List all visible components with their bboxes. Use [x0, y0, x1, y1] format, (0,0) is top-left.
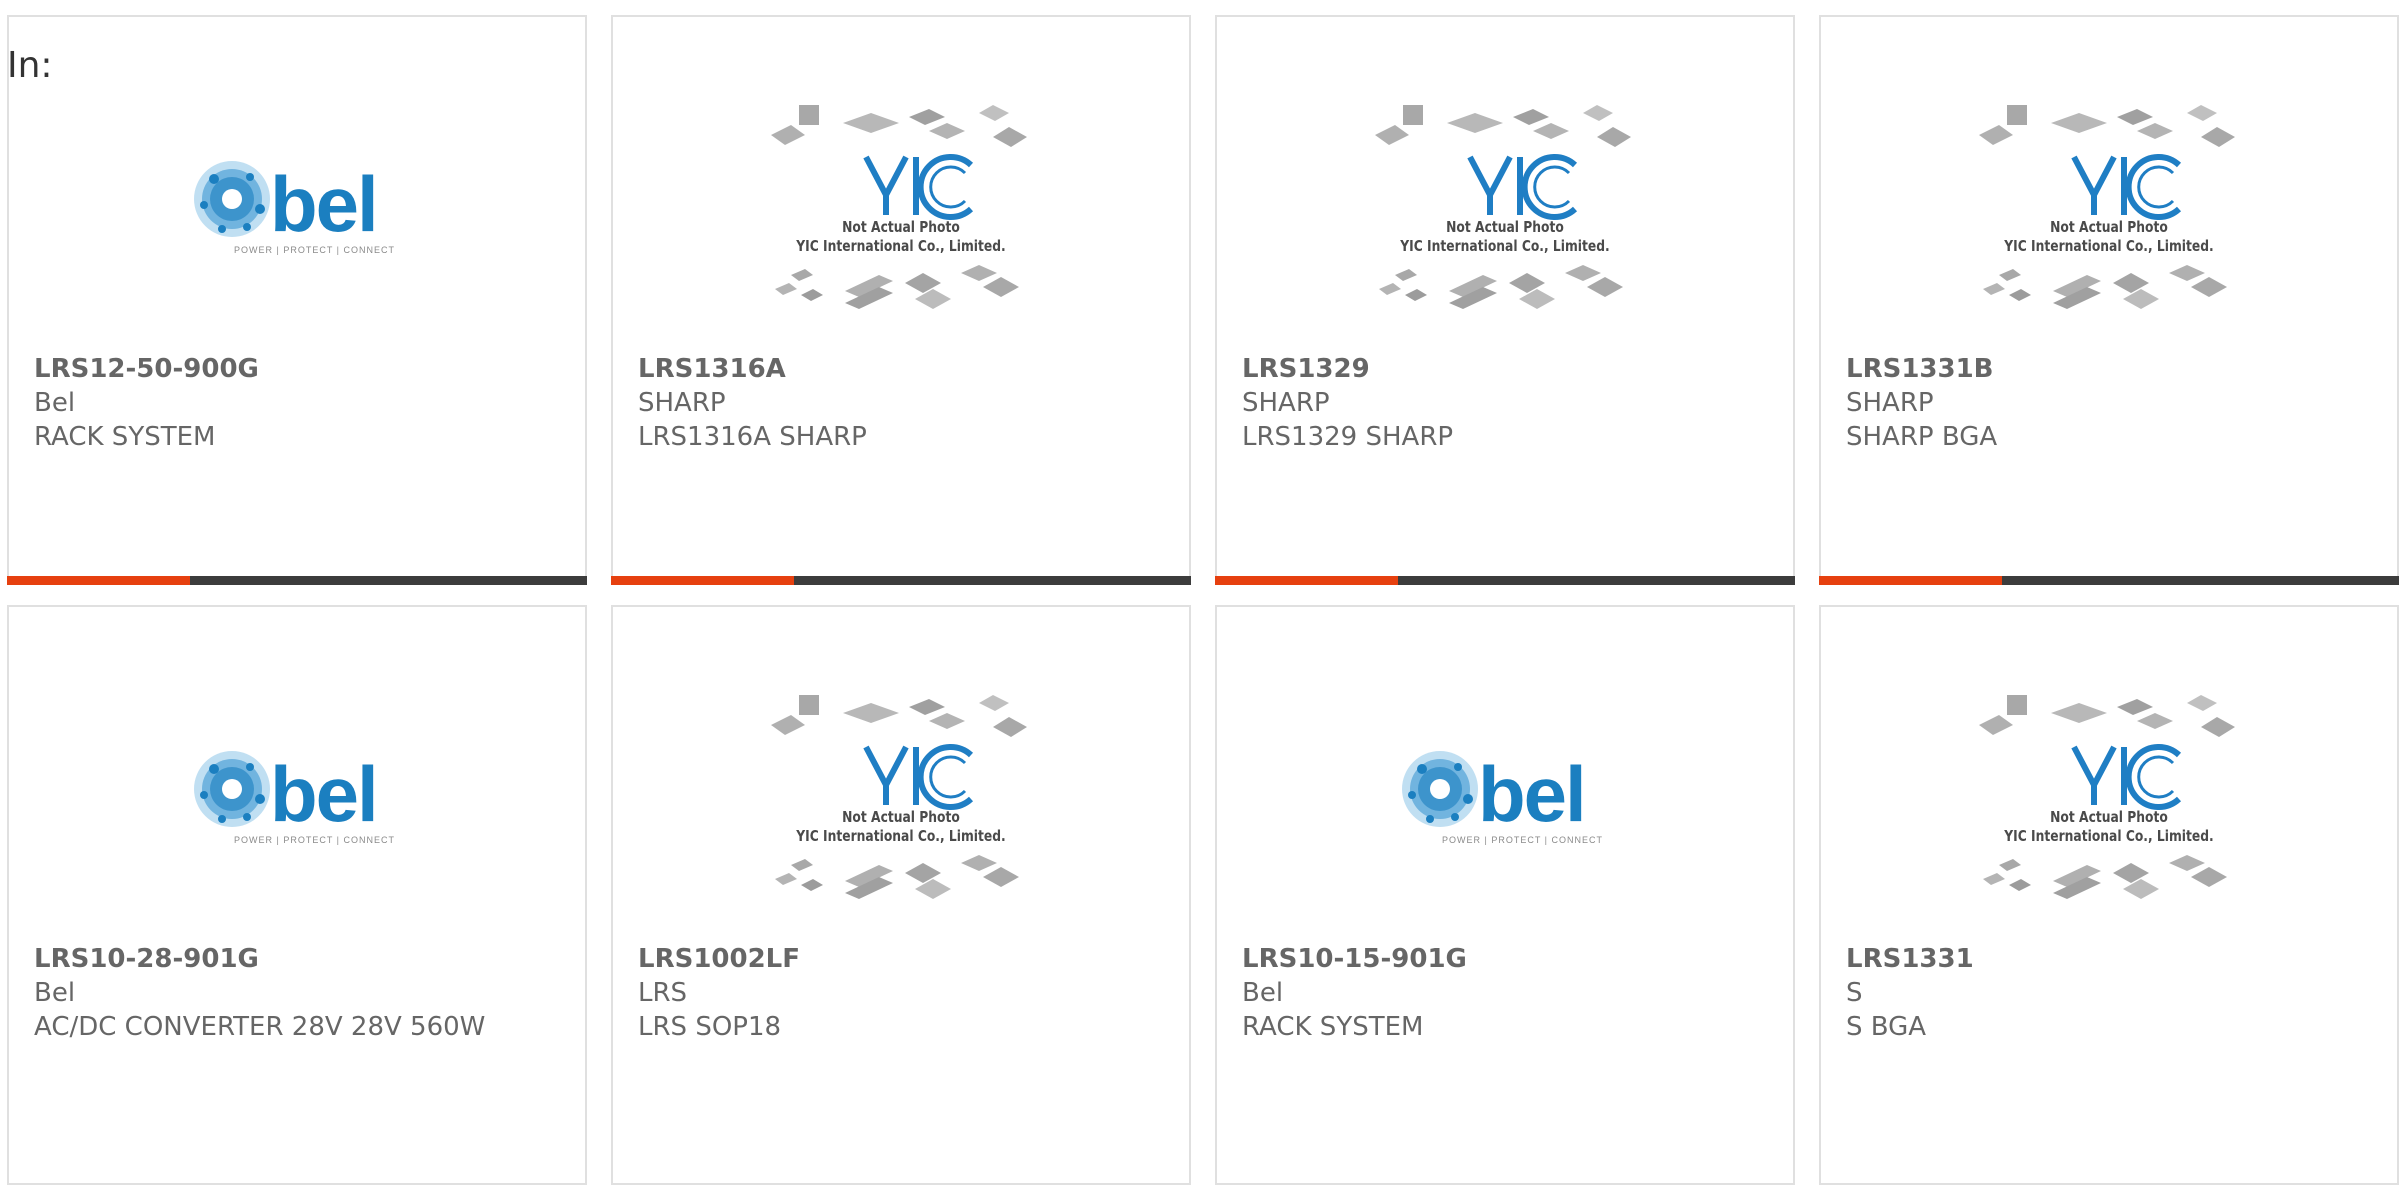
manufacturer: Bel [34, 388, 76, 418]
bel-globe-icon [194, 161, 270, 237]
manufacturer: LRS [638, 978, 688, 1008]
product-card[interactable]: Not Actual Photo YIC International Co., … [611, 15, 1191, 585]
chip-collage-icon [1979, 105, 2235, 309]
part-number[interactable]: LRS1316A [638, 352, 1169, 386]
filter-label: In: [7, 45, 53, 86]
card-accent-bar [1215, 576, 1795, 585]
product-image[interactable]: Not Actual Photo YIC International Co., … [1821, 97, 2397, 317]
bel-logo: bel POWER | PROTECT | CONNECT [192, 747, 402, 847]
product-card[interactable]: Not Actual Photo YIC International Co., … [1819, 605, 2399, 1185]
manufacturer: SHARP [1846, 388, 1934, 418]
description: LRS SOP18 [638, 1012, 782, 1042]
manufacturer: Bel [1242, 978, 1284, 1008]
card-accent-bar [7, 576, 587, 585]
description: S BGA [1846, 1012, 1927, 1042]
bel-logo: bel POWER | PROTECT | CONNECT [1400, 747, 1610, 847]
part-number[interactable]: LRS1002LF [638, 942, 1169, 976]
yic-placeholder-image: Not Actual Photo YIC International Co., … [1365, 87, 1645, 327]
card-accent-bar [1819, 576, 2399, 585]
yic-placeholder-image: Not Actual Photo YIC International Co., … [1969, 677, 2249, 917]
bel-logo: bel POWER | PROTECT | CONNECT [192, 157, 402, 257]
chip-collage-icon [1375, 105, 1631, 309]
part-number[interactable]: LRS1331B [1846, 352, 2377, 386]
product-card[interactable]: bel POWER | PROTECT | CONNECT LRS12-50-9… [7, 15, 587, 585]
description: AC/DC CONVERTER 28V 28V 560W [34, 1012, 486, 1042]
bel-globe-icon [194, 751, 270, 827]
description: LRS1329 SHARP [1242, 422, 1454, 452]
chip-collage-icon [1979, 695, 2235, 899]
manufacturer: S [1846, 978, 1863, 1008]
product-card[interactable]: Not Actual Photo YIC International Co., … [611, 605, 1191, 1185]
part-number[interactable]: LRS10-28-901G [34, 942, 565, 976]
manufacturer: SHARP [638, 388, 726, 418]
product-image[interactable]: Not Actual Photo YIC International Co., … [613, 97, 1189, 317]
product-image[interactable]: bel POWER | PROTECT | CONNECT [9, 687, 585, 907]
manufacturer: SHARP [1242, 388, 1330, 418]
part-number[interactable]: LRS10-15-901G [1242, 942, 1773, 976]
yic-placeholder-image: Not Actual Photo YIC International Co., … [761, 677, 1041, 917]
product-grid: In: bel POWER | PROTECT | CONNECT LRS12-… [0, 0, 2400, 1185]
product-card[interactable]: bel POWER | PROTECT | CONNECT LRS10-28-9… [7, 605, 587, 1185]
part-number[interactable]: LRS1331 [1846, 942, 2377, 976]
yic-placeholder-image: Not Actual Photo YIC International Co., … [1969, 87, 2249, 327]
product-card[interactable]: Not Actual Photo YIC International Co., … [1215, 15, 1795, 585]
product-card[interactable]: Not Actual Photo YIC International Co., … [1819, 15, 2399, 585]
description: RACK SYSTEM [34, 422, 216, 452]
description: LRS1316A SHARP [638, 422, 867, 452]
part-number[interactable]: LRS1329 [1242, 352, 1773, 386]
product-image[interactable]: bel POWER | PROTECT | CONNECT [9, 97, 585, 317]
description: SHARP BGA [1846, 422, 1998, 452]
chip-collage-icon [771, 105, 1027, 309]
card-accent-bar [611, 576, 1191, 585]
product-image[interactable]: Not Actual Photo YIC International Co., … [613, 687, 1189, 907]
bel-globe-icon [1402, 751, 1478, 827]
product-image[interactable]: bel POWER | PROTECT | CONNECT [1217, 687, 1793, 907]
product-card[interactable]: bel POWER | PROTECT | CONNECT LRS10-15-9… [1215, 605, 1795, 1185]
yic-placeholder-image: Not Actual Photo YIC International Co., … [761, 87, 1041, 327]
manufacturer: Bel [34, 978, 76, 1008]
product-image[interactable]: Not Actual Photo YIC International Co., … [1217, 97, 1793, 317]
product-image[interactable]: Not Actual Photo YIC International Co., … [1821, 687, 2397, 907]
chip-collage-icon [771, 695, 1027, 899]
part-number[interactable]: LRS12-50-900G [34, 352, 565, 386]
description: RACK SYSTEM [1242, 1012, 1424, 1042]
